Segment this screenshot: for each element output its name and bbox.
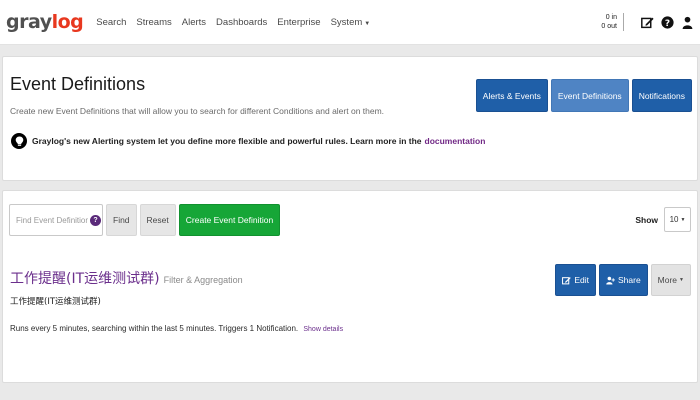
caret-down-icon: ▼ (364, 20, 371, 27)
search-input[interactable] (16, 215, 88, 225)
more-actions-dropdown[interactable]: More ▼ (650, 264, 691, 296)
logo-text-red: log (51, 11, 84, 33)
graylog-logo[interactable]: gray log (6, 11, 84, 33)
event-definition-schedule: Runs every 5 minutes, searching within t… (10, 324, 343, 333)
page-title: Event Definitions (10, 74, 146, 94)
documentation-link[interactable]: documentation (425, 136, 486, 146)
event-definition-type: Filter & Aggregation (163, 275, 243, 285)
throughput-indicator[interactable]: 0 in 0 out (601, 13, 624, 31)
nav-alerts[interactable]: Alerts (177, 17, 211, 28)
help-icon[interactable]: ? (90, 214, 101, 226)
event-definition-description: 工作提醒(IT运维测试群) (10, 297, 101, 307)
logo-text-gray: gray (6, 11, 52, 33)
svg-text:?: ? (664, 18, 669, 28)
show-details-link[interactable]: Show details (303, 326, 343, 333)
nav-system-dropdown[interactable]: System ▼ (326, 17, 376, 28)
user-icon[interactable] (680, 15, 694, 29)
lightbulb-icon (11, 133, 27, 149)
search-toolbar: ? Find Reset Create Event Definition (9, 204, 281, 236)
edit-icon[interactable] (640, 15, 654, 29)
share-label: Share (617, 275, 641, 285)
search-box[interactable]: ? (9, 204, 103, 236)
share-button[interactable]: Share (598, 264, 648, 296)
event-definition-name-link[interactable]: 工作提醒(IT运维测试群) (10, 268, 160, 288)
edit-label: Edit (574, 275, 589, 285)
chevron-down-icon: ▼ (680, 216, 686, 223)
edit-button[interactable]: Edit (555, 264, 596, 296)
help-circle-icon[interactable]: ? (660, 15, 674, 29)
header-button-group: Alerts & Events Event Definitions Notifi… (473, 79, 692, 112)
header-panel: Event Definitions Create new Event Defin… (2, 56, 698, 181)
show-label: Show (635, 214, 658, 225)
event-definition-title: 工作提醒(IT运维测试群) Filter & Aggregation (10, 268, 243, 288)
more-label: More (657, 275, 678, 285)
page-size-select[interactable]: 10 ▼ (664, 207, 691, 232)
schedule-text: Runs every 5 minutes, searching within t… (10, 324, 299, 333)
nav-search[interactable]: Search (91, 17, 131, 28)
page-size-control: Show 10 ▼ (635, 207, 691, 232)
top-navbar: gray log Search Streams Alerts Dashboards… (0, 0, 700, 45)
alerting-notice: Graylog's new Alerting system let you de… (11, 133, 485, 149)
notice-text: Graylog's new Alerting system let you de… (32, 136, 422, 146)
event-definitions-list-panel: ? Find Reset Create Event Definition Sho… (2, 190, 698, 383)
user-plus-icon (606, 276, 615, 284)
nav-links: Search Streams Alerts Dashboards Enterpr… (91, 17, 375, 28)
throughput-out: 0 out (601, 23, 617, 30)
nav-enterprise[interactable]: Enterprise (272, 17, 325, 28)
alerts-events-button[interactable]: Alerts & Events (475, 79, 548, 112)
page-size-value: 10 (669, 215, 679, 224)
event-definitions-button[interactable]: Event Definitions (550, 79, 629, 112)
page-description: Create new Event Definitions that will a… (10, 106, 385, 116)
reset-button[interactable]: Reset (139, 204, 176, 236)
nav-right: 0 in 0 out ? (601, 13, 694, 31)
create-event-definition-button[interactable]: Create Event Definition (178, 204, 281, 236)
nav-streams[interactable]: Streams (131, 17, 176, 28)
throughput-in: 0 in (605, 14, 617, 21)
nav-dashboards[interactable]: Dashboards (211, 17, 272, 28)
caret-down-icon: ▼ (679, 277, 684, 283)
find-button[interactable]: Find (106, 204, 137, 236)
edit-icon (562, 276, 572, 284)
event-definition-actions: Edit Share More ▼ (552, 264, 691, 296)
nav-system-label: System (330, 16, 363, 28)
notifications-button[interactable]: Notifications (631, 79, 692, 112)
